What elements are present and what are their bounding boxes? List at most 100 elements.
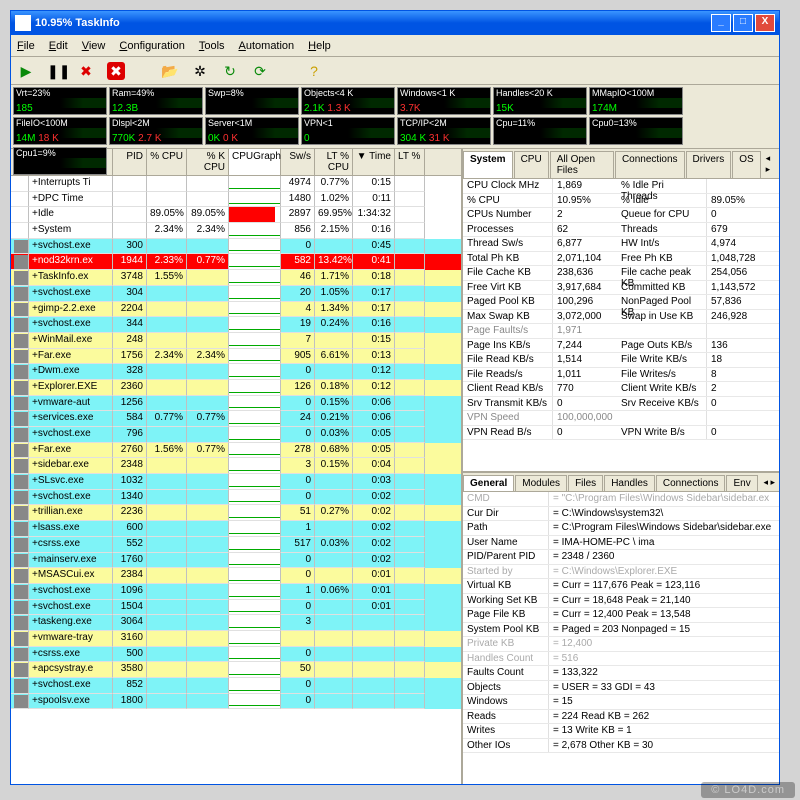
menu-tools[interactable]: Tools <box>199 40 225 52</box>
tab-scroll[interactable]: ◂ ▸ <box>762 151 779 178</box>
graph-cell[interactable]: Server<1M0K 0 K <box>205 117 299 145</box>
menu-file[interactable]: File <box>17 40 35 52</box>
col-header[interactable]: CPUGraph <box>229 149 281 175</box>
process-row[interactable]: +svchost.exe109610.06%0:01 <box>11 584 461 600</box>
tab-general[interactable]: General <box>463 475 514 491</box>
graph-cell[interactable]: Cpu0=13% <box>589 117 683 145</box>
open-icon[interactable]: 📂 <box>161 62 179 80</box>
graph-cell[interactable]: Handles<20 K15K <box>493 87 587 115</box>
col-header[interactable]: LT % CPU <box>315 149 353 175</box>
graph-cell[interactable]: Cpu=11% <box>493 117 587 145</box>
tab-drivers[interactable]: Drivers <box>686 151 732 178</box>
process-row[interactable]: +Idle89.05%89.05%289769.95%1:34:32 <box>11 207 461 223</box>
process-row[interactable]: +svchost.exe344190.24%0:16 <box>11 317 461 333</box>
tab-cpu[interactable]: CPU <box>514 151 549 178</box>
graph-cell[interactable]: Cpu1=9% <box>13 147 107 175</box>
gen-row: PID/Parent PID= 2348 / 2360 <box>463 550 779 565</box>
stop-icon[interactable]: ✖ <box>77 62 95 80</box>
process-row[interactable]: +sidebar.exe234830.15%0:04 <box>11 458 461 474</box>
menu-help[interactable]: Help <box>308 40 331 52</box>
col-header[interactable]: % K CPU <box>187 149 229 175</box>
graph-cell[interactable]: VPN<10 <box>301 117 395 145</box>
process-row[interactable]: +svchost.exe134000:02 <box>11 490 461 506</box>
tab-all-open-files[interactable]: All Open Files <box>550 151 614 178</box>
tab-os[interactable]: OS <box>732 151 760 178</box>
process-row[interactable]: +svchost.exe79600.03%0:05 <box>11 427 461 443</box>
process-row[interactable]: +Far.exe17562.34%2.34%9056.61%0:13 <box>11 349 461 365</box>
menu-edit[interactable]: Edit <box>49 40 68 52</box>
system-info[interactable]: CPU Clock MHz1,869% Idle Pri Threads% CP… <box>463 179 779 471</box>
process-row[interactable]: +nod32krn.ex19442.33%0.77%58213.42%0:41 <box>11 254 461 270</box>
process-row[interactable]: +csrss.exe5000 <box>11 647 461 663</box>
process-row[interactable]: +svchost.exe150400:01 <box>11 600 461 616</box>
process-row[interactable]: +taskeng.exe30643 <box>11 615 461 631</box>
process-row[interactable]: +vmware-tray3160 <box>11 631 461 647</box>
graph-cell[interactable]: MMapIO<100M174M <box>589 87 683 115</box>
process-row[interactable]: +DPC Time14801.02%0:11 <box>11 192 461 208</box>
tab-handles[interactable]: Handles <box>604 475 655 491</box>
process-row[interactable]: +Dwm.exe32800:12 <box>11 364 461 380</box>
col-header[interactable]: ▼ Time <box>353 149 395 175</box>
tab-connections[interactable]: Connections <box>615 151 685 178</box>
graph-cell[interactable]: Swp=8% <box>205 87 299 115</box>
col-header[interactable]: % CPU <box>147 149 187 175</box>
process-row[interactable]: +lsass.exe60010:02 <box>11 521 461 537</box>
process-row[interactable]: +apcsystray.e358050 <box>11 662 461 678</box>
graph-cell[interactable]: Objects<4 K2.1K 1.3 K <box>301 87 395 115</box>
help-icon[interactable]: ? <box>305 62 323 80</box>
titlebar[interactable]: 10.95% TaskInfo _ □ X <box>11 11 779 35</box>
tab-system[interactable]: System <box>463 151 513 178</box>
process-row[interactable]: +trillian.exe2236510.27%0:02 <box>11 505 461 521</box>
graph-cell[interactable]: FileIO<100M14M 18 K <box>13 117 107 145</box>
process-row[interactable]: +csrss.exe5525170.03%0:02 <box>11 537 461 553</box>
play-icon[interactable]: ▶ <box>17 62 35 80</box>
general-info[interactable]: CMD= "C:\Program Files\Windows Sidebar\s… <box>463 492 779 784</box>
tab-scroll[interactable]: ◂ ▸ <box>759 475 779 491</box>
maximize-button[interactable]: □ <box>733 14 753 32</box>
tab-connections[interactable]: Connections <box>656 475 726 491</box>
process-row[interactable]: +spoolsv.exe18000 <box>11 694 461 710</box>
process-row[interactable]: +WinMail.exe24870:15 <box>11 333 461 349</box>
process-row[interactable]: +gimp-2.2.exe220441.34%0:17 <box>11 302 461 318</box>
tab-modules[interactable]: Modules <box>515 475 567 491</box>
process-row[interactable]: +svchost.exe30000:45 <box>11 239 461 255</box>
settings-icon[interactable]: ✲ <box>191 62 209 80</box>
process-row[interactable]: +Interrupts Ti49740.77%0:15 <box>11 176 461 192</box>
menu-automation[interactable]: Automation <box>239 40 295 52</box>
process-row[interactable]: +svchost.exe8520 <box>11 678 461 694</box>
refresh-all-icon[interactable]: ⟳ <box>251 62 269 80</box>
graph-cell[interactable]: Ram=49%12.3B <box>109 87 203 115</box>
graph-cell[interactable]: Windows<1 K 3.7K <box>397 87 491 115</box>
sys-row: Processes62Threads679 <box>463 223 779 238</box>
process-row[interactable]: +System2.34%2.34%8562.15%0:16 <box>11 223 461 239</box>
sys-row: Srv Transmit KB/s0Srv Receive KB/s0 <box>463 397 779 412</box>
sys-row: CPU Clock MHz1,869% Idle Pri Threads <box>463 179 779 194</box>
tab-files[interactable]: Files <box>568 475 603 491</box>
col-header[interactable]: Sw/s <box>281 149 315 175</box>
process-row[interactable]: +services.exe5840.77%0.77%240.21%0:06 <box>11 411 461 427</box>
sys-row: Thread Sw/s6,877HW Int/s4,974 <box>463 237 779 252</box>
kill-icon[interactable]: ✖ <box>107 62 125 80</box>
process-row[interactable]: +mainserv.exe176000:02 <box>11 553 461 569</box>
graph-cell[interactable]: TCP/IP<2M304 K 31 K <box>397 117 491 145</box>
process-row[interactable]: +svchost.exe304201.05%0:17 <box>11 286 461 302</box>
tab-env[interactable]: Env <box>726 475 757 491</box>
gen-row: Virtual KB= Curr = 117,676 Peak = 123,11… <box>463 579 779 594</box>
process-grid-body[interactable]: +Interrupts Ti49740.77%0:15+DPC Time1480… <box>11 176 461 784</box>
col-header[interactable]: LT % <box>395 149 425 175</box>
minimize-button[interactable]: _ <box>711 14 731 32</box>
process-row[interactable]: +TaskInfo.ex37481.55%461.71%0:18 <box>11 270 461 286</box>
menu-configuration[interactable]: Configuration <box>119 40 184 52</box>
process-row[interactable]: +Explorer.EXE23601260.18%0:12 <box>11 380 461 396</box>
graph-cell[interactable]: Dlspl<2M770K 2.7 K <box>109 117 203 145</box>
process-row[interactable]: +SLsvc.exe103200:03 <box>11 474 461 490</box>
close-button[interactable]: X <box>755 14 775 32</box>
process-row[interactable]: +Far.exe27601.56%0.77%2780.68%0:05 <box>11 443 461 459</box>
process-row[interactable]: +MSASCui.ex238400:01 <box>11 568 461 584</box>
col-header[interactable]: PID <box>113 149 147 175</box>
refresh-icon[interactable]: ↻ <box>221 62 239 80</box>
menu-view[interactable]: View <box>82 40 106 52</box>
process-row[interactable]: +vmware-aut125600.15%0:06 <box>11 396 461 412</box>
graph-cell[interactable]: Vrt=23%185 <box>13 87 107 115</box>
pause-icon[interactable]: ❚❚ <box>47 62 65 80</box>
